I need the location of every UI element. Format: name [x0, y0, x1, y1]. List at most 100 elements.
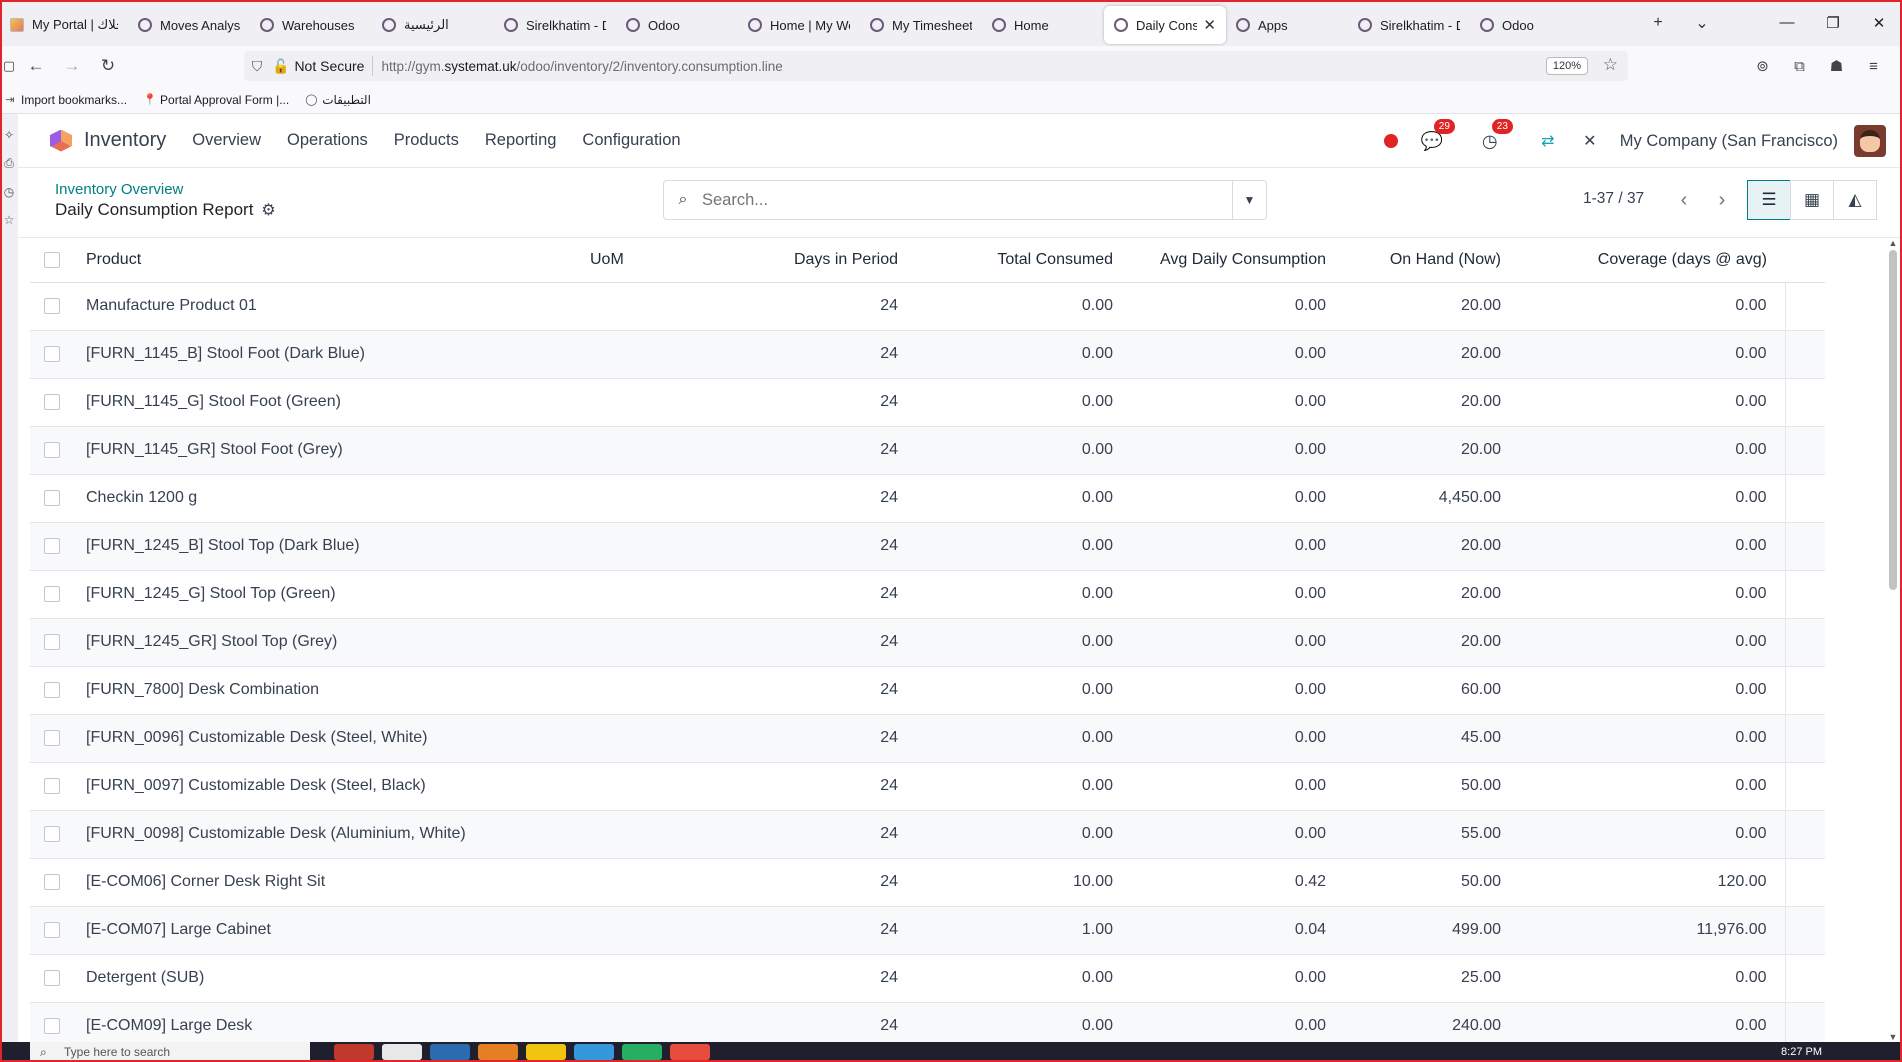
col-header-uom[interactable]: UoM	[590, 238, 710, 283]
taskbar-app-icon[interactable]	[526, 1044, 566, 1060]
translate-icon[interactable]: ⇄	[1536, 131, 1560, 151]
pin-icon[interactable]: ✧	[0, 128, 18, 142]
tab-list-chevron-icon[interactable]: ⌄	[1680, 13, 1724, 33]
minimize-icon[interactable]: —	[1764, 14, 1810, 32]
row-checkbox[interactable]	[44, 873, 60, 890]
table-row[interactable]: Manufacture Product 01 24 0.00 0.00 20.00 0.0…	[30, 282, 1825, 330]
bookmark-item[interactable]: 📍 Portal Approval Form |...	[143, 93, 289, 107]
bookmark-star-icon[interactable]: ☆	[1603, 55, 1618, 75]
scrollbar-thumb[interactable]	[1889, 250, 1897, 590]
sidebar-toggle-icon[interactable]: ▢	[0, 58, 18, 74]
address-bar[interactable]: ⛉ 🔓 Not Secure http://gym.systemat.uk/od…	[244, 51, 1628, 81]
search-options-dropdown-icon[interactable]: ▼	[1232, 181, 1266, 219]
row-checkbox[interactable]	[44, 585, 60, 602]
url-text[interactable]: http://gym.systemat.uk/odoo/inventory/2/…	[373, 59, 782, 74]
close-window-icon[interactable]: ✕	[1856, 14, 1902, 32]
list-scrollbar[interactable]: ▲ ▼	[1886, 238, 1900, 1042]
col-header-avg-daily[interactable]: Avg Daily Consumption	[1131, 238, 1344, 283]
pager-value[interactable]: 1-37 / 37	[1583, 190, 1644, 208]
menu-overview[interactable]: Overview	[192, 131, 261, 150]
forward-icon[interactable]: →	[54, 56, 90, 76]
user-avatar[interactable]	[1854, 125, 1886, 157]
row-checkbox[interactable]	[44, 441, 60, 458]
browser-tab[interactable]: Home	[982, 6, 1104, 44]
zoom-level[interactable]: 120%	[1545, 57, 1588, 75]
table-row[interactable]: [FURN_1245_B] Stool Top (Dark Blue) 24 0.0…	[30, 522, 1825, 570]
row-checkbox[interactable]	[44, 297, 60, 314]
scroll-down-icon[interactable]: ▼	[1886, 1032, 1900, 1042]
row-checkbox[interactable]	[44, 345, 60, 362]
browser-tab[interactable]: Sirelkhatim - D	[1348, 6, 1470, 44]
taskbar-app-icon[interactable]	[382, 1044, 422, 1060]
graph-view-icon[interactable]: ◭	[1833, 180, 1877, 220]
table-row[interactable]: [FURN_1145_B] Stool Foot (Dark Blue) 24 0.…	[30, 330, 1825, 378]
browser-tab[interactable]: Odoo	[616, 6, 738, 44]
table-row[interactable]: [FURN_0096] Customizable Desk (Steel, Wh…	[30, 714, 1825, 762]
browser-tab[interactable]: الرئيسية	[372, 6, 494, 44]
profile-icon[interactable]: ☗	[1818, 57, 1855, 75]
select-all-checkbox[interactable]	[44, 251, 60, 268]
tracking-shield-icon[interactable]: ⛉	[244, 58, 270, 75]
close-tab-icon[interactable]: ✕	[1203, 16, 1216, 34]
gear-icon[interactable]: ⚙	[261, 200, 275, 220]
breadcrumb-inventory-overview[interactable]: Inventory Overview	[55, 181, 183, 198]
bookmark-item[interactable]: ◯ التطبيقات	[305, 93, 371, 107]
screenshot-icon[interactable]: ⎙	[0, 156, 18, 171]
row-checkbox[interactable]	[44, 777, 60, 794]
history-icon[interactable]: ◷	[0, 185, 18, 199]
taskbar-app-icon[interactable]	[670, 1044, 710, 1060]
table-row[interactable]: [FURN_1145_G] Stool Foot (Green) 24 0.00 0.…	[30, 378, 1825, 426]
messages-button[interactable]: 💬 29	[1420, 119, 1455, 153]
reload-icon[interactable]: ↻	[90, 56, 126, 76]
menu-icon[interactable]: ≡	[1855, 58, 1892, 75]
browser-tab[interactable]: Daily Consur ✕	[1104, 6, 1226, 44]
table-row[interactable]: [FURN_1145_GR] Stool Foot (Grey) 24 0.00 0.…	[30, 426, 1825, 474]
taskbar-app-icon[interactable]	[478, 1044, 518, 1060]
security-indicator[interactable]: 🔓 Not Secure	[270, 56, 374, 76]
row-checkbox[interactable]	[44, 1017, 60, 1034]
restore-icon[interactable]: ❐	[1810, 14, 1856, 32]
table-row[interactable]: [FURN_1245_GR] Stool Top (Grey) 24 0.00 0.0…	[30, 618, 1825, 666]
pager-previous-icon[interactable]: ‹	[1666, 183, 1702, 217]
pager-next-icon[interactable]: ›	[1704, 183, 1740, 217]
table-row[interactable]: [E-COM09] Large Desk 24 0.00 0.00 240.00 0.00	[30, 1002, 1825, 1042]
inventory-app-icon[interactable]	[50, 129, 72, 152]
col-header-coverage[interactable]: Coverage (days @ avg)	[1519, 238, 1785, 283]
browser-tab[interactable]: My Timesheets	[860, 6, 982, 44]
bookmark-item[interactable]: ⇥ Import bookmarks...	[4, 93, 127, 107]
browser-tab[interactable]: Apps	[1226, 6, 1348, 44]
debug-tools-icon[interactable]: ✕	[1578, 131, 1602, 151]
back-icon[interactable]: ←	[18, 56, 54, 76]
menu-reporting[interactable]: Reporting	[485, 131, 557, 150]
taskbar-app-icon[interactable]	[622, 1044, 662, 1060]
row-checkbox[interactable]	[44, 537, 60, 554]
extensions-icon[interactable]: ⧉	[1781, 58, 1818, 75]
row-checkbox[interactable]	[44, 921, 60, 938]
app-name[interactable]: Inventory	[84, 129, 166, 152]
taskbar-search[interactable]: Type here to search	[30, 1042, 310, 1062]
browser-tab[interactable]: Moves Analysis	[128, 6, 250, 44]
col-header-total-consumed[interactable]: Total Consumed	[916, 238, 1131, 283]
new-tab-icon[interactable]: +	[1636, 14, 1680, 32]
col-header-product[interactable]: Product	[70, 238, 590, 283]
menu-products[interactable]: Products	[394, 131, 459, 150]
pivot-view-icon[interactable]: ▦	[1790, 180, 1834, 220]
company-switcher[interactable]: My Company (San Francisco)	[1620, 132, 1838, 151]
row-checkbox[interactable]	[44, 729, 60, 746]
menu-configuration[interactable]: Configuration	[582, 131, 680, 150]
table-row[interactable]: [E-COM07] Large Cabinet 24 1.00 0.04 499.00 1…	[30, 906, 1825, 954]
favorites-icon[interactable]: ☆	[0, 213, 18, 227]
table-row[interactable]: Detergent (SUB) 24 0.00 0.00 25.00 0.00	[30, 954, 1825, 1002]
row-checkbox[interactable]	[44, 825, 60, 842]
browser-tab[interactable]: Odoo	[1470, 6, 1570, 44]
browser-tab[interactable]: Warehouses	[250, 6, 372, 44]
table-row[interactable]: [FURN_7800] Desk Combination 24 0.00 0.00 60…	[30, 666, 1825, 714]
browser-tab[interactable]: My Portal | خلاك	[0, 6, 128, 44]
taskbar-app-icon[interactable]	[430, 1044, 470, 1060]
taskbar-app-icon[interactable]	[334, 1044, 374, 1060]
row-checkbox[interactable]	[44, 681, 60, 698]
taskbar-app-icon[interactable]	[574, 1044, 614, 1060]
browser-tab[interactable]: Sirelkhatim - D	[494, 6, 616, 44]
scroll-up-icon[interactable]: ▲	[1886, 238, 1900, 248]
recording-dot-icon[interactable]	[1383, 134, 1398, 148]
